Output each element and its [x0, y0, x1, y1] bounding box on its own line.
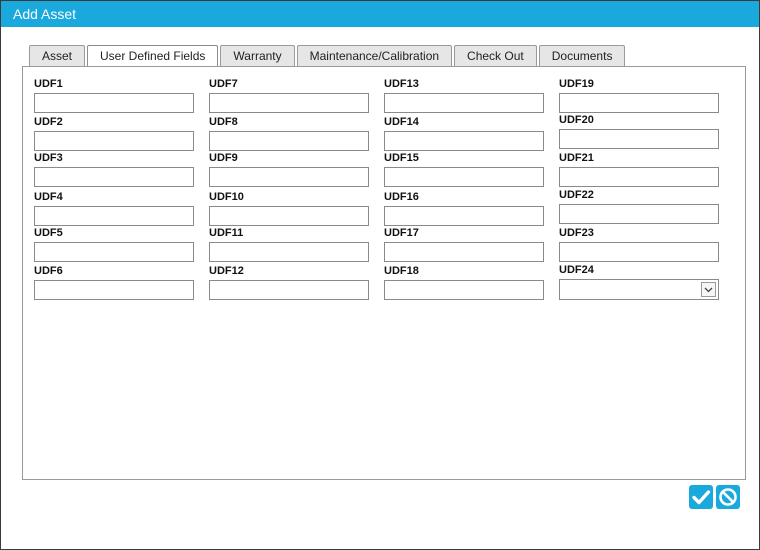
- udf13-input[interactable]: [384, 93, 544, 113]
- udf11-input[interactable]: [209, 242, 369, 262]
- udf21-field-group: UDF21: [559, 151, 721, 187]
- udf19-input[interactable]: [559, 93, 719, 113]
- udf12-field-group: UDF12: [209, 264, 371, 300]
- udf13-field-group: UDF13: [384, 77, 546, 113]
- udf18-field-group: UDF18: [384, 264, 546, 300]
- udf20-field-group: UDF20: [559, 113, 721, 149]
- udf3-field-group: UDF3: [34, 151, 196, 187]
- cancel-button[interactable]: [716, 485, 740, 509]
- udf5-label: UDF5: [34, 227, 63, 239]
- udf4-field-group: UDF4: [34, 190, 196, 226]
- udf14-label: UDF14: [384, 116, 419, 128]
- udf9-input[interactable]: [209, 167, 369, 187]
- udf6-input[interactable]: [34, 280, 194, 300]
- udf23-label: UDF23: [559, 227, 594, 239]
- udf21-input[interactable]: [559, 167, 719, 187]
- udf10-label: UDF10: [209, 191, 244, 203]
- udf8-field-group: UDF8: [209, 115, 371, 151]
- udf18-input[interactable]: [384, 280, 544, 300]
- udf23-field-group: UDF23: [559, 226, 721, 262]
- udf8-input[interactable]: [209, 131, 369, 151]
- confirm-button[interactable]: [689, 485, 713, 509]
- udf13-label: UDF13: [384, 78, 419, 90]
- udf3-label: UDF3: [34, 152, 63, 164]
- udf17-label: UDF17: [384, 227, 419, 239]
- udf16-field-group: UDF16: [384, 190, 546, 226]
- udf4-label: UDF4: [34, 191, 63, 203]
- udf17-field-group: UDF17: [384, 226, 546, 262]
- udf9-label: UDF9: [209, 152, 238, 164]
- udf24-field-group: UDF24: [559, 263, 721, 300]
- user-defined-fields-panel: UDF1 UDF2 UDF3 UDF4 UDF5 UDF6 UDF7 UDF8 …: [22, 66, 746, 480]
- udf6-label: UDF6: [34, 265, 63, 277]
- udf14-input[interactable]: [384, 131, 544, 151]
- udf7-input[interactable]: [209, 93, 369, 113]
- cancel-icon: [719, 488, 737, 506]
- udf3-input[interactable]: [34, 167, 194, 187]
- add-asset-dialog: Add Asset Asset User Defined Fields Warr…: [0, 0, 760, 550]
- udf16-input[interactable]: [384, 206, 544, 226]
- udf24-select[interactable]: [559, 279, 719, 300]
- udf1-field-group: UDF1: [34, 77, 196, 113]
- udf22-label: UDF22: [559, 189, 594, 201]
- udf2-input[interactable]: [34, 131, 194, 151]
- tab-documents[interactable]: Documents: [538, 45, 626, 66]
- udf19-field-group: UDF19: [559, 77, 721, 113]
- udf1-input[interactable]: [34, 93, 194, 113]
- udf10-input[interactable]: [209, 206, 369, 226]
- checkmark-icon: [692, 490, 711, 505]
- udf4-input[interactable]: [34, 206, 194, 226]
- tab-maintenance-calibration[interactable]: Maintenance/Calibration: [296, 45, 453, 66]
- udf8-label: UDF8: [209, 116, 238, 128]
- tab-warranty[interactable]: Warranty: [220, 45, 295, 66]
- tab-bar: Asset User Defined Fields Warranty Maint…: [29, 45, 627, 68]
- udf11-field-group: UDF11: [209, 226, 371, 262]
- udf15-input[interactable]: [384, 167, 544, 187]
- udf5-input[interactable]: [34, 242, 194, 262]
- udf18-label: UDF18: [384, 265, 419, 277]
- udf9-field-group: UDF9: [209, 151, 371, 187]
- udf15-label: UDF15: [384, 152, 419, 164]
- tab-check-out[interactable]: Check Out: [454, 45, 537, 66]
- tab-asset[interactable]: Asset: [29, 45, 86, 66]
- udf22-input[interactable]: [559, 204, 719, 224]
- udf1-label: UDF1: [34, 78, 63, 90]
- udf16-label: UDF16: [384, 191, 419, 203]
- udf12-input[interactable]: [209, 280, 369, 300]
- udf6-field-group: UDF6: [34, 264, 196, 300]
- udf2-field-group: UDF2: [34, 115, 196, 151]
- udf14-field-group: UDF14: [384, 115, 546, 151]
- udf20-input[interactable]: [559, 129, 719, 149]
- tab-user-defined-fields[interactable]: User Defined Fields: [87, 45, 219, 68]
- udf7-label: UDF7: [209, 78, 238, 90]
- udf12-label: UDF12: [209, 265, 244, 277]
- udf10-field-group: UDF10: [209, 190, 371, 226]
- udf15-field-group: UDF15: [384, 151, 546, 187]
- dialog-title: Add Asset: [1, 1, 759, 27]
- udf2-label: UDF2: [34, 116, 63, 128]
- udf7-field-group: UDF7: [209, 77, 371, 113]
- udf24-label: UDF24: [559, 264, 594, 276]
- udf11-label: UDF11: [209, 227, 244, 239]
- udf22-field-group: UDF22: [559, 188, 721, 224]
- udf5-field-group: UDF5: [34, 226, 196, 262]
- chevron-down-icon[interactable]: [701, 282, 716, 297]
- udf23-input[interactable]: [559, 242, 719, 262]
- udf17-input[interactable]: [384, 242, 544, 262]
- udf20-label: UDF20: [559, 114, 594, 126]
- udf21-label: UDF21: [559, 152, 594, 164]
- udf19-label: UDF19: [559, 78, 594, 90]
